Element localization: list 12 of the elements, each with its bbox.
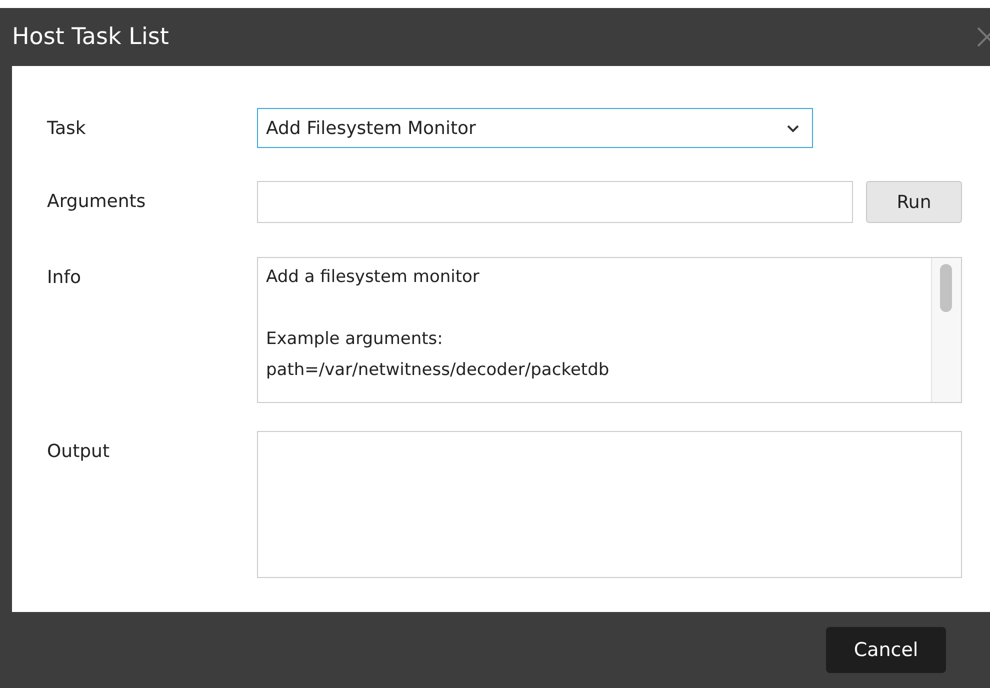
field-label: Info (47, 266, 82, 288)
task-select[interactable]: Add Filesystem Monitor (257, 108, 813, 148)
window-title: Host Task List (12, 24, 170, 50)
chevron-icon (786, 124, 800, 132)
info-text: Add a filesystem monitor Example arguments: path=/var/netwitness/decoder/packetdb (265, 266, 610, 382)
field-label: Output (47, 440, 111, 462)
cancel-button[interactable]: Cancel (826, 627, 946, 673)
run-button[interactable]: Run (866, 181, 962, 223)
arguments-field[interactable] (257, 181, 853, 223)
scrollbar-thumb[interactable] (940, 264, 952, 312)
field-label: Arguments (47, 190, 147, 212)
field-label: Task (47, 117, 87, 139)
